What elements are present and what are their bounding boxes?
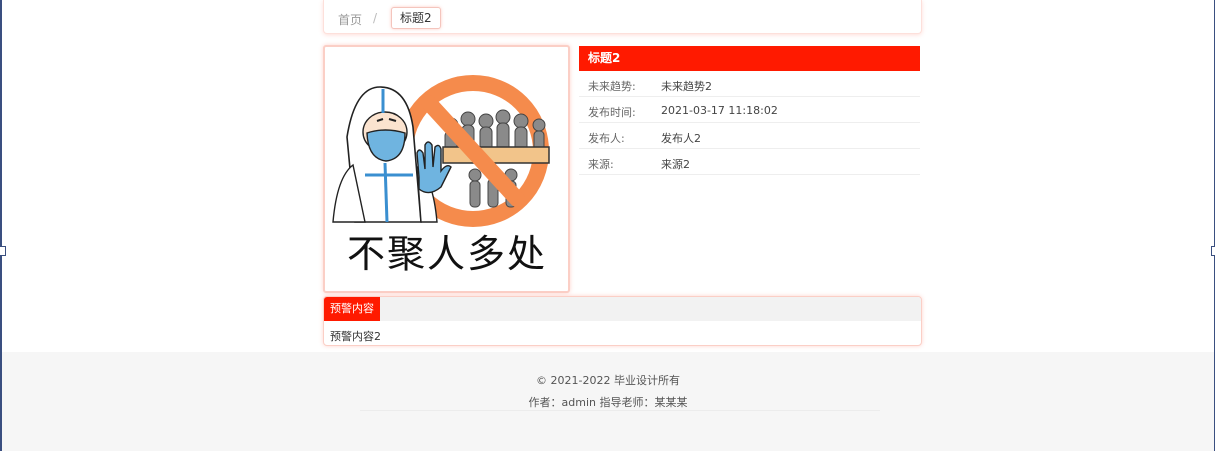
publisher-value: 发布人2 xyxy=(661,132,701,145)
detail-row-publisher: 发布人: 发布人2 xyxy=(579,123,920,149)
detail-row-publish-time: 发布时间: 2021-03-17 11:18:02 xyxy=(579,97,920,123)
resize-handle-left[interactable] xyxy=(0,246,6,256)
publish-time-label: 发布时间: xyxy=(588,106,636,119)
breadcrumb: 首页 / 标题2 xyxy=(323,0,922,34)
breadcrumb-current[interactable]: 标题2 xyxy=(391,7,441,29)
breadcrumb-separator: / xyxy=(373,11,378,25)
detail-row-source: 来源: 来源2 xyxy=(579,149,920,175)
trend-label: 未来趋势: xyxy=(588,80,636,93)
publisher-label: 发布人: xyxy=(588,132,625,145)
resize-handle-right[interactable] xyxy=(1211,246,1215,256)
breadcrumb-home-link[interactable]: 首页 xyxy=(338,11,362,28)
source-value: 来源2 xyxy=(661,158,690,171)
news-image: 不聚人多处 xyxy=(323,45,570,293)
source-label: 来源: xyxy=(588,158,614,171)
tab-warning-content[interactable]: 预警内容 xyxy=(324,297,380,321)
image-caption: 不聚人多处 xyxy=(346,232,547,276)
footer-authors: 作者：admin 指导老师：某某某 xyxy=(528,396,688,409)
detail-panel: 标题2 未来趋势: 未来趋势2 发布时间: 2021-03-17 11:18:0… xyxy=(579,46,920,175)
footer-copyright: © 2021-2022 毕业设计所有 xyxy=(536,374,680,387)
content-card: 预警内容 预警内容2 xyxy=(323,296,922,346)
warning-content-text: 预警内容2 xyxy=(330,330,381,343)
trend-value: 未来趋势2 xyxy=(661,80,712,93)
footer: © 2021-2022 毕业设计所有 作者：admin 指导老师：某某某 xyxy=(2,352,1214,451)
content-tabbar: 预警内容 xyxy=(324,297,921,321)
publish-time-value: 2021-03-17 11:18:02 xyxy=(661,104,778,117)
footer-divider xyxy=(360,410,880,411)
detail-title: 标题2 xyxy=(579,46,920,71)
detail-row-trend: 未来趋势: 未来趋势2 xyxy=(579,71,920,97)
